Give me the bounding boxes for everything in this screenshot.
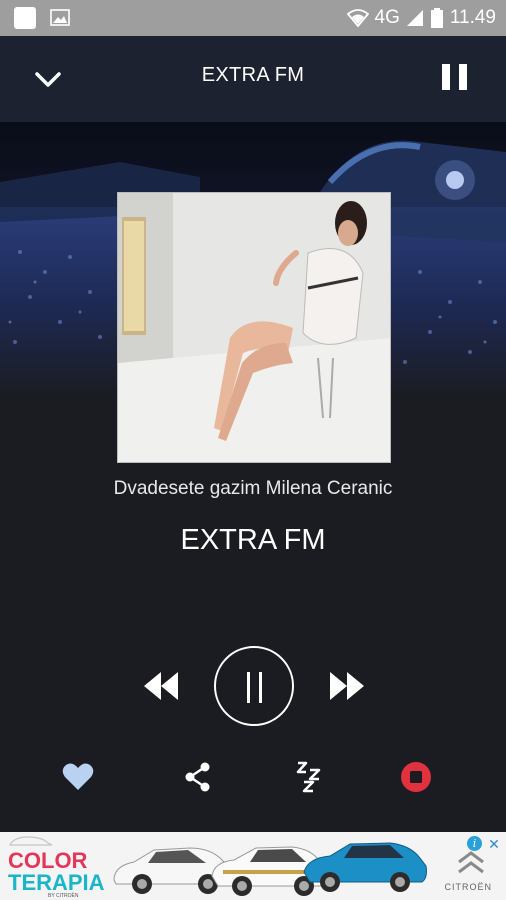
ad-info-icon[interactable]: i	[467, 836, 482, 851]
ad-banner[interactable]: COLOR TERAPIA BY CITROËN CITROËN i ✕	[0, 832, 506, 900]
share-icon[interactable]	[181, 760, 215, 794]
rewind-icon[interactable]	[142, 668, 180, 704]
cover-photo	[118, 193, 390, 462]
sleep-timer-icon[interactable]	[295, 760, 329, 794]
signal-icon	[406, 10, 423, 26]
album-cover	[117, 192, 391, 463]
player-header: EXTRA FM	[0, 36, 506, 122]
pause-icon[interactable]	[440, 62, 470, 94]
network-type: 4G	[374, 7, 400, 28]
playback-controls	[0, 646, 506, 726]
status-bar: 4G 11.49	[0, 0, 506, 36]
ad-car-outline-icon	[9, 836, 53, 846]
clock: 11.49	[449, 7, 496, 28]
ad-close-icon[interactable]: ✕	[486, 836, 502, 852]
heart-icon[interactable]	[61, 760, 95, 794]
wifi-icon	[346, 9, 369, 27]
action-row	[0, 752, 506, 802]
ad-brand-text: COLOR TERAPIA	[8, 848, 105, 895]
notification-icon	[14, 7, 36, 29]
citroen-logo-icon	[458, 851, 484, 874]
station-name: EXTRA FM	[180, 524, 326, 556]
header-title: EXTRA FM	[201, 64, 305, 86]
image-notification-icon	[50, 9, 70, 26]
fast-forward-icon[interactable]	[328, 668, 366, 704]
ad-cars-image	[113, 842, 427, 896]
battery-icon	[430, 8, 443, 28]
stop-icon[interactable]	[399, 760, 433, 794]
ad-logo-text: CITROËN	[444, 882, 492, 892]
song-title: Dvadesete gazim Milena Ceranic	[113, 478, 393, 499]
ad-subtitle: BY CITROËN	[48, 893, 79, 899]
pause-circle-icon[interactable]	[214, 646, 294, 726]
status-icons: 4G 11.49	[346, 6, 496, 30]
